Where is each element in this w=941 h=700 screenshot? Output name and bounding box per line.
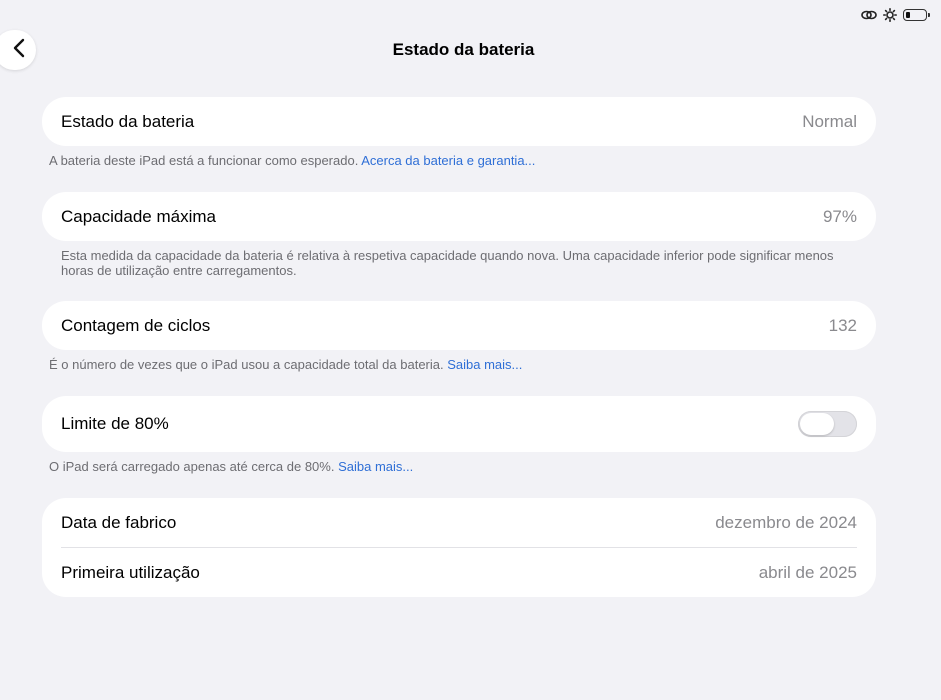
manufacture-date-label: Data de fabrico	[61, 512, 177, 532]
manufacture-date-value: dezembro de 2024	[715, 512, 857, 532]
brightness-icon	[883, 8, 897, 22]
max-capacity-card: Capacidade máxima 97%	[42, 192, 876, 241]
page-title: Estado da bateria	[392, 40, 535, 59]
limit-80-toggle[interactable]	[798, 411, 857, 437]
cycle-count-footnote-text: É o número de vezes que o iPad usou a ca…	[49, 357, 444, 372]
battery-state-card: Estado da bateria Normal	[42, 97, 876, 146]
toggle-knob	[800, 413, 834, 435]
cycle-count-card: Contagem de ciclos 132	[42, 301, 876, 350]
battery-state-label: Estado da bateria	[61, 111, 195, 131]
max-capacity-value: 97%	[822, 206, 857, 226]
first-use-row: Primeira utilização abril de 2025	[42, 548, 876, 597]
limit-80-footnote: O iPad será carregado apenas até cerca d…	[49, 459, 849, 474]
battery-state-footnote: A bateria deste iPad está a funcionar co…	[49, 153, 849, 168]
cycle-count-learn-more-link[interactable]: Saiba mais...	[447, 357, 522, 372]
limit-80-learn-more-link[interactable]: Saiba mais...	[338, 459, 413, 474]
battery-state-row: Estado da bateria Normal	[42, 97, 876, 146]
battery-state-value: Normal	[802, 111, 857, 131]
battery-warranty-link[interactable]: Acerca da bateria e garantia...	[361, 153, 535, 168]
battery-icon	[903, 9, 930, 21]
battery-state-footnote-text: A bateria deste iPad está a funcionar co…	[49, 153, 359, 168]
limit-80-card: Limite de 80%	[42, 396, 876, 452]
max-capacity-footnote: Esta medida da capacidade da bateria é r…	[61, 248, 834, 278]
limit-80-label: Limite de 80%	[61, 414, 169, 433]
manufacture-date-row: Data de fabrico dezembro de 2024	[42, 498, 876, 547]
dates-card: Data de fabrico dezembro de 2024 Primeir…	[42, 498, 876, 597]
link-icon	[861, 9, 877, 21]
cycle-count-label: Contagem de ciclos	[61, 315, 211, 335]
cycle-count-value: 132	[828, 315, 857, 335]
max-capacity-label: Capacidade máxima	[61, 206, 216, 226]
limit-80-footnote-text: O iPad será carregado apenas até cerca d…	[49, 459, 335, 474]
status-bar	[861, 7, 930, 23]
limit-80-row: Limite de 80%	[42, 396, 876, 452]
first-use-value: abril de 2025	[758, 562, 857, 582]
max-capacity-row: Capacidade máxima 97%	[42, 192, 876, 241]
cycle-count-row: Contagem de ciclos 132	[42, 301, 876, 350]
first-use-label: Primeira utilização	[61, 562, 200, 582]
cycle-count-footnote: É o número de vezes que o iPad usou a ca…	[49, 357, 849, 372]
